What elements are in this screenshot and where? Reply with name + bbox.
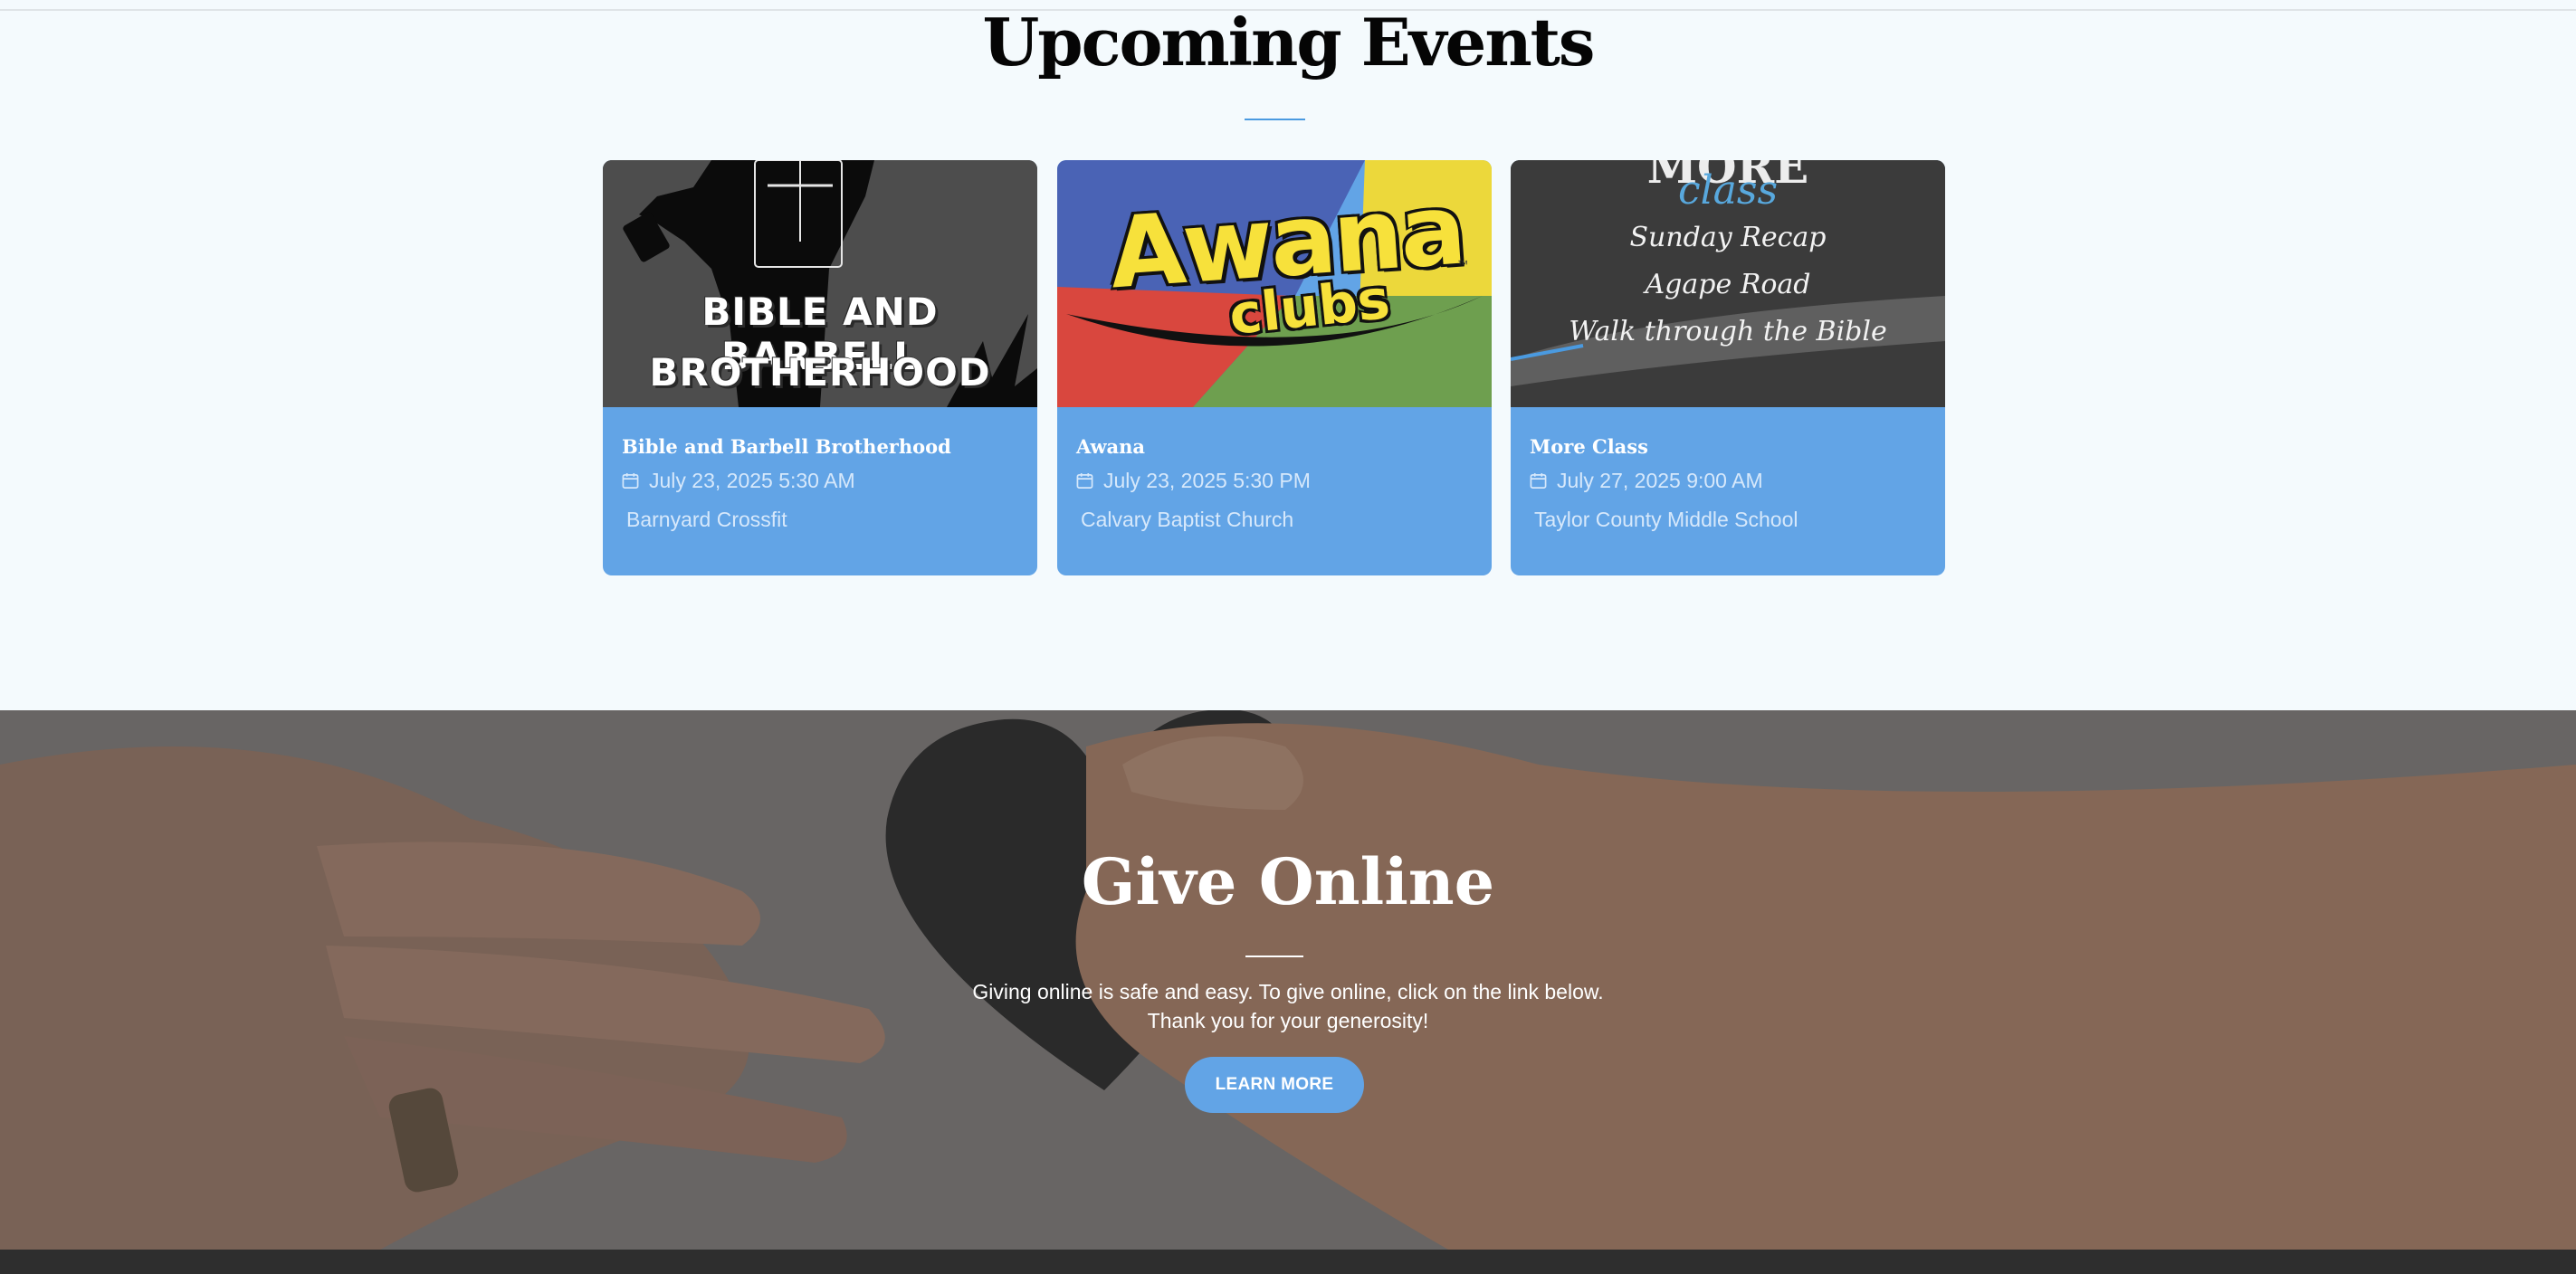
give-title: Give Online: [1081, 844, 1495, 919]
event-date-text: July 23, 2025 5:30 PM: [1103, 469, 1311, 492]
event-title[interactable]: Bible and Barbell Brotherhood: [622, 435, 951, 458]
class-heading: class: [1677, 167, 1779, 214]
give-title-underline: [1245, 956, 1303, 957]
learn-more-button[interactable]: LEARN MORE: [1185, 1057, 1364, 1113]
event-date-text: July 27, 2025 9:00 AM: [1557, 469, 1763, 492]
event-date-text: July 23, 2025 5:30 AM: [649, 469, 855, 492]
event-date: July 23, 2025 5:30 AM: [622, 469, 855, 493]
event-title[interactable]: Awana: [1076, 435, 1145, 458]
event-image-more-class[interactable]: MORE class Sunday Recap Agape Road Walk …: [1511, 160, 1945, 407]
image-line-walk-bible: Walk through the Bible: [1569, 316, 1887, 347]
event-card-awana[interactable]: Awana clubs ™ Awana July 23, 2025 5:30 P…: [1057, 160, 1492, 575]
event-date: July 23, 2025 5:30 PM: [1076, 469, 1311, 493]
event-title[interactable]: More Class: [1530, 435, 1648, 458]
event-location: Barnyard Crossfit: [626, 508, 787, 531]
event-location: Calvary Baptist Church: [1081, 508, 1294, 531]
give-description-line2: Thank you for your generosity!: [1147, 1009, 1429, 1032]
event-info: More Class July 27, 2025 9:00 AM Taylor …: [1511, 407, 1945, 575]
event-card-bible-barbell[interactable]: BIBLE AND BARBELL BROTHERHOOD Bible and …: [603, 160, 1037, 575]
give-description-line1: Giving online is safe and easy. To give …: [972, 980, 1604, 1003]
section-title: Upcoming Events: [982, 4, 1596, 81]
event-card-more-class[interactable]: MORE class Sunday Recap Agape Road Walk …: [1511, 160, 1945, 575]
event-date: July 27, 2025 9:00 AM: [1530, 469, 1763, 493]
give-online-section: Give Online Giving online is safe and ea…: [0, 710, 2576, 1250]
calendar-icon: [1076, 472, 1093, 489]
event-image-awana[interactable]: Awana clubs ™: [1057, 160, 1492, 407]
image-caption-line2: BROTHERHOOD: [649, 350, 991, 395]
title-underline: [1245, 119, 1305, 120]
event-image-bible-barbell[interactable]: BIBLE AND BARBELL BROTHERHOOD: [603, 160, 1037, 407]
footer-bar: [0, 1250, 2576, 1274]
calendar-icon: [622, 472, 639, 489]
calendar-icon: [1530, 472, 1547, 489]
event-info: Bible and Barbell Brotherhood July 23, 2…: [603, 407, 1037, 575]
image-line-agape-road: Agape Road: [1645, 269, 1811, 300]
event-info: Awana July 23, 2025 5:30 PM Calvary Bapt…: [1057, 407, 1492, 575]
trademark-symbol: ™: [1457, 258, 1468, 271]
image-line-sunday-recap: Sunday Recap: [1629, 222, 1827, 253]
upcoming-events-section: Upcoming Events BIBLE AND BARBELL BROTHE…: [0, 0, 2576, 710]
event-location: Taylor County Middle School: [1534, 508, 1798, 531]
